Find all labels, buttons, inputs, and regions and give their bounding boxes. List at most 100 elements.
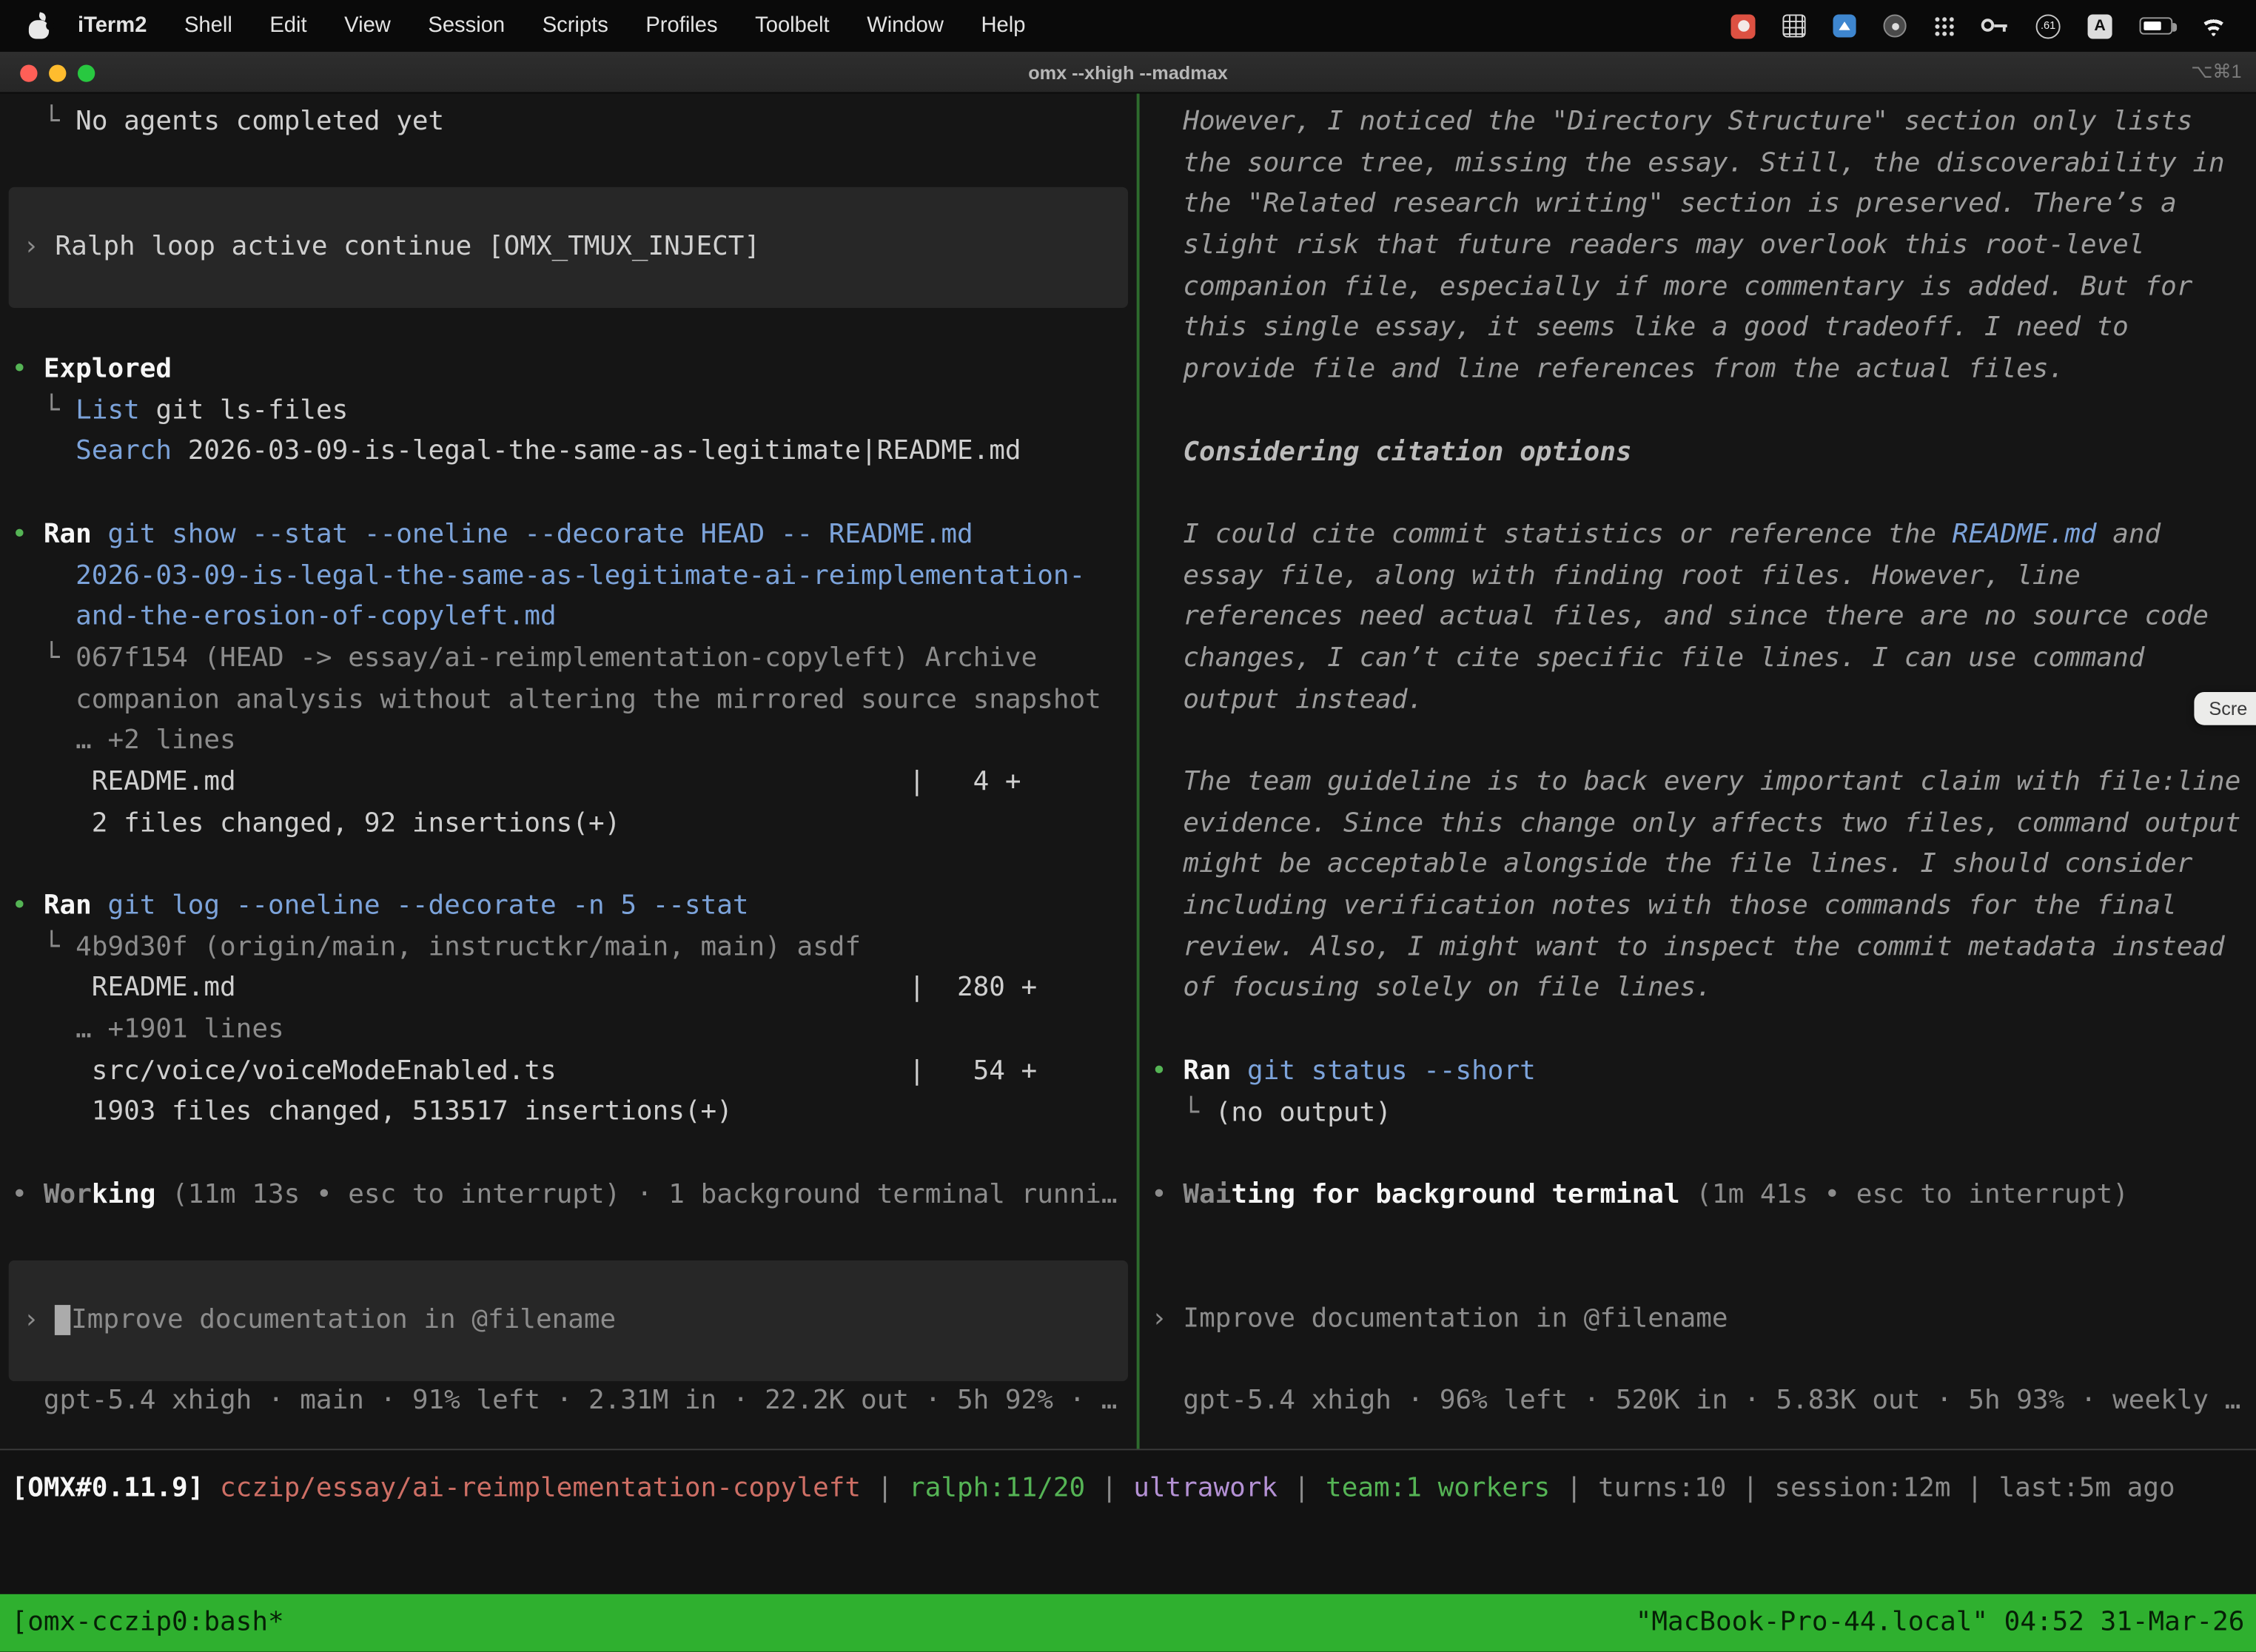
reasoning-line: of focusing solely on file lines. [1140, 969, 2256, 1010]
text-segment: references need actual files, and since … [1151, 602, 2209, 632]
dots-grid-icon[interactable] [1934, 16, 1954, 36]
prompt-input[interactable]: › Improve documentation in @filename [9, 1260, 1128, 1382]
blank-line [0, 1134, 1137, 1175]
text-segment: 4b9d30f (origin/main, instructkr/main, m… [75, 932, 861, 962]
text-segment: output instead. [1151, 685, 1423, 715]
key-icon[interactable] [1981, 19, 2009, 33]
reasoning-line: companion file, especially if more comme… [1140, 267, 2256, 309]
text-segment: | [1726, 1474, 1774, 1504]
window-title-bar[interactable]: omx --xhigh --madmax ⌥⌘1 [0, 52, 2256, 93]
omx-status-pane: [OMX#0.11.9] cczip/essay/ai-reimplementa… [0, 1450, 2256, 1594]
diffstat-summary: 1903 files changed, 513517 insertions(+) [0, 1092, 1137, 1134]
blank-line [1140, 1134, 2256, 1175]
text-segment: 2 files changed, 92 insertions(+) [12, 808, 621, 839]
menu-item-view[interactable]: View [326, 0, 409, 52]
text-segment: Ralph loop active continue [OMX_TMUX_INJ… [55, 231, 760, 261]
text-segment: | [1085, 1474, 1133, 1504]
menu-item-window[interactable]: Window [848, 0, 962, 52]
text-segment: | 4 + [909, 767, 1021, 797]
text-segment: git status --short [1247, 1055, 1536, 1086]
menu-item-profiles[interactable]: Profiles [627, 0, 736, 52]
text-segment: essay file, along with finding root file… [1151, 560, 2081, 591]
text-segment: README.md [1953, 519, 2097, 549]
minimize-button[interactable] [49, 64, 66, 81]
traffic-lights [20, 64, 95, 81]
reasoning-line: The team guideline is to back every impo… [1140, 762, 2256, 804]
menu-item-help[interactable]: Help [962, 0, 1044, 52]
text-segment: git show --stat --oneline --decorate HEA… [107, 519, 973, 549]
grid-app-icon[interactable] [1782, 14, 1805, 37]
desktop: iTerm2ShellEditViewSessionScriptsProfile… [0, 0, 2256, 1652]
close-button[interactable] [20, 64, 37, 81]
text-segment: › [23, 1304, 55, 1334]
text-segment: I could cite commit statistics or refere… [1151, 519, 1953, 549]
screen-edge-overlay-tab[interactable]: Scre [2195, 692, 2256, 725]
ralph-loop-banner-line: › Ralph loop active continue [OMX_TMUX_I… [12, 227, 1126, 269]
text-segment: 1903 files changed, 513517 insertions(+) [12, 1097, 733, 1127]
blank-line [0, 309, 1137, 350]
text-segment [92, 519, 108, 549]
prompt-input[interactable]: › Improve documentation in @filename [1140, 1299, 2256, 1340]
ran-git-status-header: • Ran git status --short [1140, 1052, 2256, 1093]
blank-line [1140, 1340, 2256, 1382]
text-segment: └ [12, 395, 76, 426]
menu-item-session[interactable]: Session [409, 0, 523, 52]
screen-recording-icon[interactable] [1730, 13, 1755, 38]
text-segment: 2026-03-09-is-legal-the-same-as-legitima… [172, 437, 1021, 467]
reasoning-line: However, I noticed the "Directory Struct… [1140, 102, 2256, 144]
menu-list: iTerm2ShellEditViewSessionScriptsProfile… [59, 0, 1044, 52]
reasoning-line: this single essay, it seems like a good … [1140, 309, 2256, 350]
text-segment: this single essay, it seems like a good … [1151, 313, 2129, 343]
shield-app-icon[interactable] [1884, 14, 1907, 37]
blank-line [0, 474, 1137, 515]
gauge-icon[interactable]: .61 [2036, 13, 2061, 38]
text-segment: › [23, 231, 55, 261]
text-segment: session:12m [1774, 1474, 1950, 1504]
text-segment: slight risk that future readers may over… [1151, 230, 2144, 261]
reasoning-line: the "Related research writing" section i… [1140, 185, 2256, 226]
diffstat-line: README.md| 4 + [0, 762, 1137, 804]
blue-app-icon[interactable] [1833, 14, 1856, 37]
reasoning-line: I could cite commit statistics or refere… [1140, 515, 2256, 557]
text-segment: Ran [1183, 1055, 1231, 1086]
window-shortcut-hint: ⌥⌘1 [2191, 61, 2241, 84]
battery-icon[interactable] [2140, 18, 2173, 34]
tmux-panes: └ No agents completed yet› Ralph loop ac… [0, 93, 2256, 1448]
text-segment: • [1151, 1180, 1183, 1210]
reasoning-line: including verification notes with those … [1140, 887, 2256, 928]
terminal-content: └ No agents completed yet› Ralph loop ac… [0, 93, 2256, 1651]
text-segment: companion analysis without altering the … [12, 684, 1101, 714]
text-segment: turns:10 [1598, 1474, 1726, 1504]
wifi-icon[interactable] [2200, 16, 2227, 36]
reasoning-line: slight risk that future readers may over… [1140, 226, 2256, 267]
text-segment: └ [12, 643, 76, 674]
menu-item-toolbelt[interactable]: Toolbelt [736, 0, 848, 52]
input-source-icon[interactable]: A [2088, 13, 2112, 38]
apple-menu-icon[interactable] [29, 13, 50, 38]
text-segment: └ [12, 932, 76, 962]
text-segment: cczip/essay/ai-reimplementation-copyleft [220, 1474, 861, 1504]
text-segment: review. Also, I might want to inspect th… [1151, 932, 2225, 962]
text-segment: └ [12, 107, 76, 137]
text-segment: including verification notes with those … [1151, 890, 2177, 921]
commit-summary-line: companion analysis without altering the … [0, 680, 1137, 722]
text-segment: (no output) [1215, 1097, 1391, 1127]
blank-line [1140, 721, 2256, 762]
text-segment: gpt-5.4 xhigh · main · 91% left · 2.31M … [12, 1386, 1118, 1416]
text-segment: changes, I can’t cite specific file line… [1151, 643, 2144, 674]
menu-item-iterm2[interactable]: iTerm2 [59, 0, 166, 52]
menu-item-edit[interactable]: Edit [251, 0, 326, 52]
text-segment: king [92, 1180, 156, 1210]
omx-status-line: [OMX#0.11.9] cczip/essay/ai-reimplementa… [0, 1469, 2256, 1511]
menu-item-shell[interactable]: Shell [166, 0, 251, 52]
gauge-label: .61 [2038, 15, 2059, 33]
text-segment: 067f154 (HEAD -> essay/ai-reimplementati… [75, 643, 1037, 674]
tmux-pane-left: └ No agents completed yet› Ralph loop ac… [0, 93, 1137, 1448]
text-segment: | 280 + [909, 973, 1037, 1004]
zoom-button[interactable] [78, 64, 95, 81]
command-continuation: 2026-03-09-is-legal-the-same-as-legitima… [0, 556, 1137, 597]
menu-item-scripts[interactable]: Scripts [523, 0, 627, 52]
text-segment: • [12, 1180, 44, 1210]
ralph-loop-banner: › Ralph loop active continue [OMX_TMUX_I… [9, 187, 1128, 309]
blank-line [1140, 1010, 2256, 1052]
